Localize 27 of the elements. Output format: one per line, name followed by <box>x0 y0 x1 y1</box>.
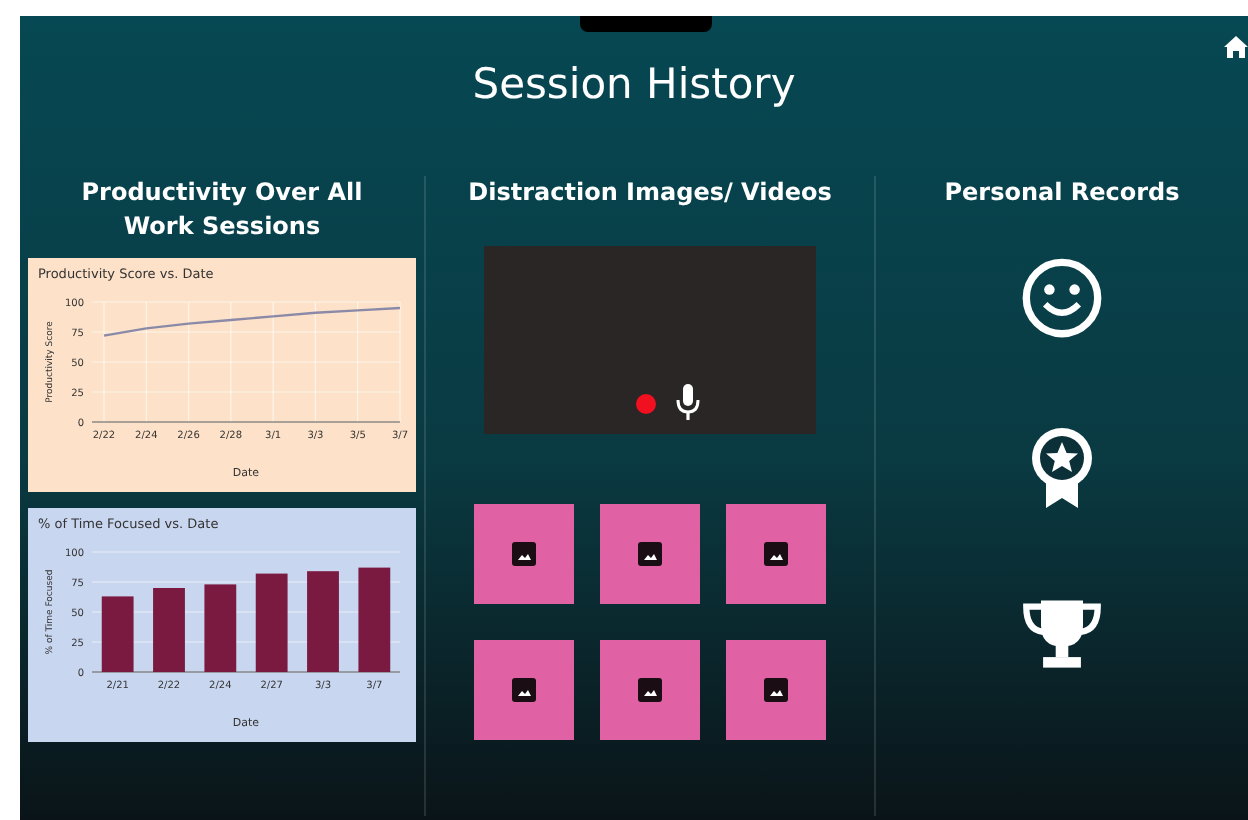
image-icon <box>638 542 662 566</box>
microphone-icon[interactable] <box>676 384 700 420</box>
column-heading: Personal Records <box>944 176 1180 210</box>
record-dot-icon[interactable] <box>636 394 656 414</box>
image-icon <box>638 678 662 702</box>
media-thumbnail[interactable] <box>474 504 574 604</box>
camera-notch <box>580 16 712 32</box>
bar <box>255 573 288 672</box>
image-icon <box>764 542 788 566</box>
bar <box>307 571 339 672</box>
bar <box>153 588 185 672</box>
media-thumbnail[interactable] <box>726 640 826 740</box>
bar <box>204 584 237 672</box>
media-thumbnail[interactable] <box>600 504 700 604</box>
column-heading: Distraction Images/ Videos <box>468 176 832 210</box>
bar <box>101 596 134 672</box>
media-thumbnail[interactable] <box>726 504 826 604</box>
media-thumbnail[interactable] <box>600 640 700 740</box>
column-heading: Productivity Over All Work Sessions <box>79 176 365 244</box>
page-title: Session History <box>472 58 796 112</box>
smiley-icon[interactable] <box>1020 254 1104 342</box>
bar <box>358 567 391 672</box>
home-icon[interactable] <box>1224 36 1248 58</box>
image-icon <box>512 678 536 702</box>
media-thumbnail[interactable] <box>474 640 574 740</box>
image-icon <box>764 678 788 702</box>
image-icon <box>512 542 536 566</box>
